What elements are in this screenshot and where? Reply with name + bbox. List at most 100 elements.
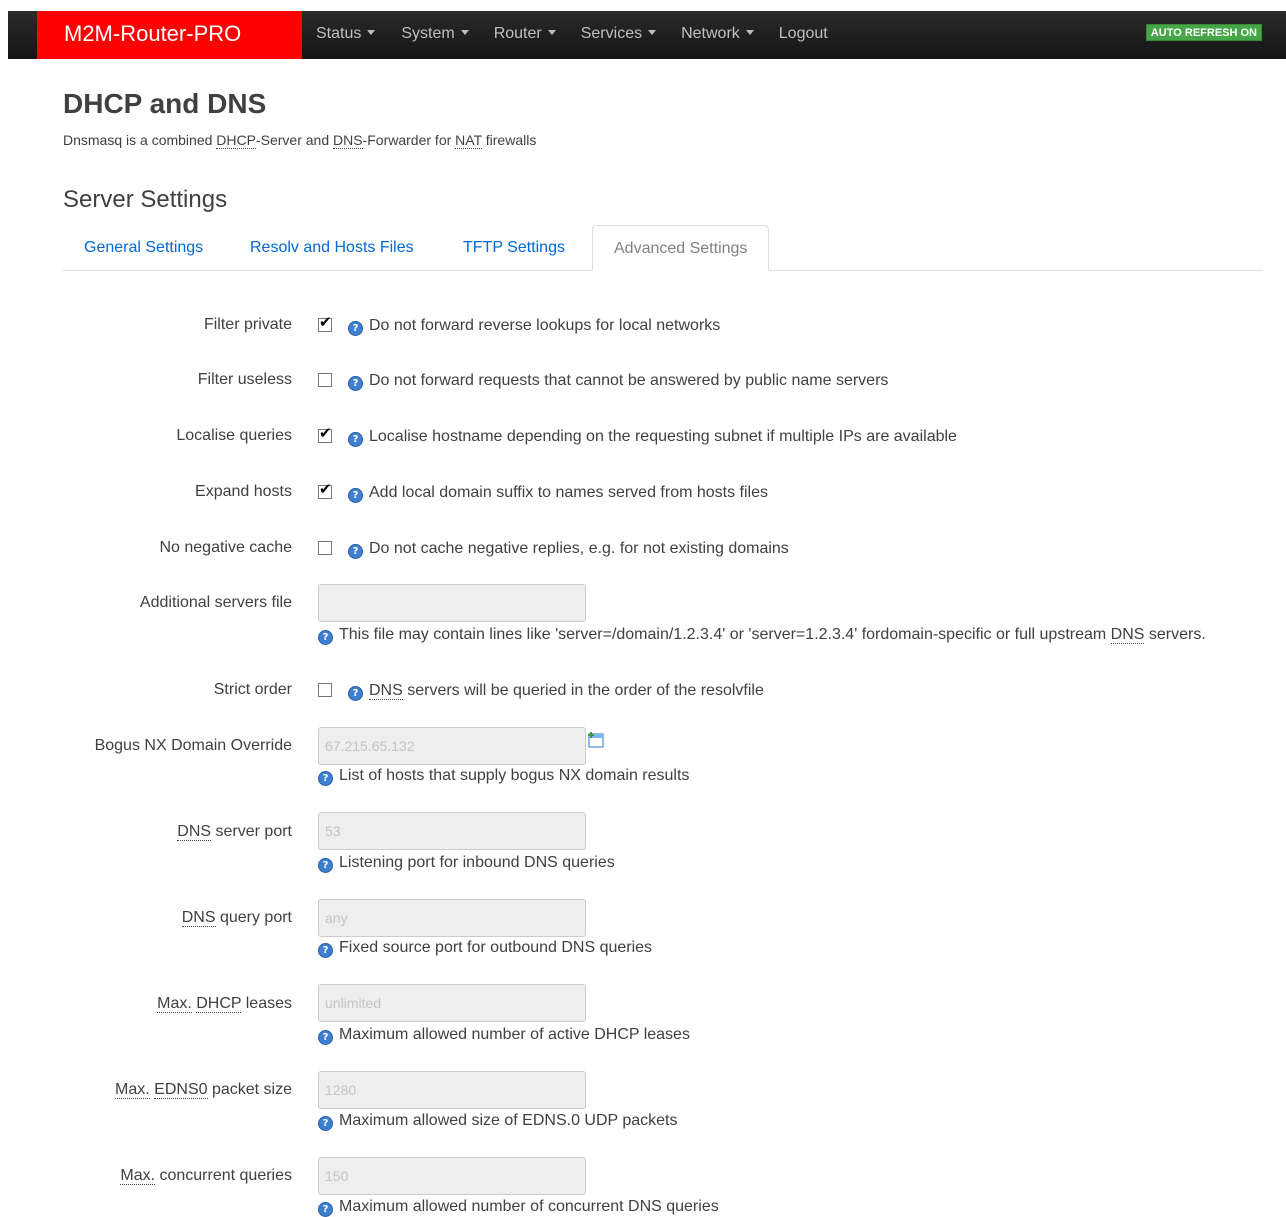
abbr-edns0: EDNS0	[154, 1081, 208, 1099]
checkmark-icon: ✔	[319, 480, 332, 498]
help-icon: ?	[318, 771, 333, 786]
caret-down-icon	[745, 30, 754, 36]
abbr-dns: DNS	[369, 682, 403, 700]
abbr-nat: NAT	[455, 132, 482, 149]
help-text: Listening port for inbound DNS queries	[339, 854, 615, 871]
abbr-max: Max.	[120, 1167, 156, 1185]
abbr-max: Max.	[157, 995, 192, 1013]
help-icon: ?	[348, 544, 363, 559]
help-icon: ?	[348, 686, 363, 701]
max-dhcp-leases-label: Max. DHCP leases	[157, 995, 292, 1013]
no-negative-cache-checkbox[interactable]	[318, 541, 332, 555]
max-edns0-input[interactable]	[318, 1071, 586, 1109]
tab-advanced-settings[interactable]: Advanced Settings	[592, 225, 770, 271]
label-text: leases	[241, 995, 292, 1012]
desc-text: -Forwarder for	[362, 132, 456, 148]
help-text: Localise hostname depending on the reque…	[369, 428, 957, 445]
filter-useless-checkbox[interactable]	[318, 373, 332, 387]
help-text: Do not forward requests that cannot be a…	[369, 372, 889, 389]
localise-queries-label: Localise queries	[176, 427, 292, 444]
filter-private-help: ? Do not forward reverse lookups for loca…	[348, 317, 720, 336]
tab-general-settings[interactable]: General Settings	[63, 225, 224, 271]
help-icon: ?	[318, 943, 333, 958]
menu-system[interactable]: System	[391, 11, 478, 59]
menu-router-label: Router	[493, 25, 542, 42]
menu-status-label: Status	[316, 25, 362, 42]
max-concurrent-help: ? Maximum allowed number of concurrent DN…	[318, 1198, 719, 1217]
help-text: servers will be queried in the order of …	[402, 682, 764, 699]
max-edns0-label: Max. EDNS0 packet size	[115, 1081, 292, 1099]
localise-queries-checkbox[interactable]: ✔	[318, 425, 332, 443]
help-text: Do not cache negative replies, e.g. for …	[369, 540, 789, 557]
checkmark-icon: ✔	[319, 424, 332, 442]
help-text: Maximum allowed size of EDNS.0 UDP packe…	[339, 1112, 678, 1129]
strict-order-checkbox[interactable]	[318, 683, 332, 697]
expand-hosts-label: Expand hosts	[195, 483, 292, 500]
dns-query-port-input[interactable]	[318, 899, 586, 937]
filter-useless-help: ? Do not forward requests that cannot be …	[348, 372, 888, 391]
dns-server-port-help: ? Listening port for inbound DNS queries	[318, 854, 615, 873]
help-text: This file may contain lines like 'server…	[339, 626, 1111, 643]
abbr-dns: DNS	[181, 909, 216, 927]
tab-resolv-hosts-files[interactable]: Resolv and Hosts Files	[229, 225, 435, 271]
help-text: Maximum allowed number of active DHCP le…	[339, 1026, 690, 1043]
caret-down-icon	[648, 30, 657, 36]
abbr-dns: DNS	[333, 132, 363, 149]
menu-logout[interactable]: Logout	[769, 11, 838, 59]
additional-servers-file-input[interactable]	[318, 584, 586, 622]
expand-hosts-help: ? Add local domain suffix to names served…	[348, 484, 768, 503]
help-text: Add local domain suffix to names served …	[369, 484, 768, 501]
help-icon: ?	[348, 321, 363, 336]
filter-private-checkbox[interactable]: ✔	[318, 314, 332, 332]
help-icon: ?	[318, 858, 333, 873]
strict-order-label: Strict order	[213, 681, 292, 698]
menu-system-label: System	[401, 25, 455, 42]
abbr-dhcp: DHCP	[216, 132, 256, 149]
dns-query-port-label: DNS query port	[181, 909, 292, 927]
max-dhcp-leases-input[interactable]	[318, 984, 586, 1022]
add-entry-icon[interactable]	[587, 731, 605, 749]
max-concurrent-input[interactable]	[318, 1157, 586, 1195]
help-icon: ?	[318, 1116, 333, 1131]
dns-query-port-help: ? Fixed source port for outbound DNS quer…	[318, 939, 652, 958]
menu-status[interactable]: Status	[306, 11, 385, 59]
abbr-dns: DNS	[177, 823, 212, 841]
caret-down-icon	[460, 30, 469, 36]
help-icon: ?	[348, 432, 363, 447]
strict-order-help: ? DNS servers will be queried in the orde…	[348, 682, 764, 701]
menu-network[interactable]: Network	[671, 11, 764, 59]
max-edns0-help: ? Maximum allowed size of EDNS.0 UDP pack…	[318, 1112, 678, 1131]
tab-tftp-settings[interactable]: TFTP Settings	[442, 225, 586, 271]
menu-router[interactable]: Router	[484, 11, 566, 59]
checkmark-icon: ✔	[319, 313, 332, 331]
expand-hosts-checkbox[interactable]: ✔	[318, 481, 332, 499]
menu-services[interactable]: Services	[571, 11, 666, 59]
bogus-nx-label: Bogus NX Domain Override	[94, 737, 292, 754]
label-text: packet size	[207, 1081, 292, 1098]
main-menu: Status System Router Services Network Lo…	[306, 11, 838, 59]
label-text: concurrent queries	[155, 1167, 292, 1184]
help-text: servers.	[1144, 626, 1206, 643]
dns-server-port-label: DNS server port	[177, 823, 292, 841]
help-icon: ?	[348, 376, 363, 391]
abbr-dns: DNS	[1110, 626, 1145, 644]
menu-network-label: Network	[681, 25, 740, 42]
no-negative-cache-help: ? Do not cache negative replies, e.g. for…	[348, 540, 789, 559]
label-text: query port	[215, 909, 292, 926]
bogus-nx-input[interactable]	[318, 727, 586, 765]
dns-server-port-input[interactable]	[318, 812, 586, 850]
page-description: Dnsmasq is a combined DHCP-Server and DN…	[63, 132, 536, 149]
max-concurrent-label: Max. concurrent queries	[120, 1167, 292, 1185]
desc-text: -Server and	[255, 132, 334, 148]
brand-logo[interactable]: M2M-Router-PRO	[37, 11, 302, 59]
additional-servers-file-label: Additional servers file	[139, 594, 292, 611]
page-title: DHCP and DNS	[63, 88, 267, 119]
max-dhcp-leases-help: ? Maximum allowed number of active DHCP l…	[318, 1026, 690, 1045]
abbr-dhcp: DHCP	[196, 995, 242, 1013]
bogus-nx-help: ? List of hosts that supply bogus NX doma…	[318, 767, 689, 786]
caret-down-icon	[547, 30, 556, 36]
help-text: Do not forward reverse lookups for local…	[369, 317, 721, 334]
help-icon: ?	[318, 630, 333, 645]
settings-tabs: General Settings Resolv and Hosts Files …	[63, 225, 1263, 271]
auto-refresh-badge[interactable]: AUTO REFRESH ON	[1145, 24, 1262, 41]
